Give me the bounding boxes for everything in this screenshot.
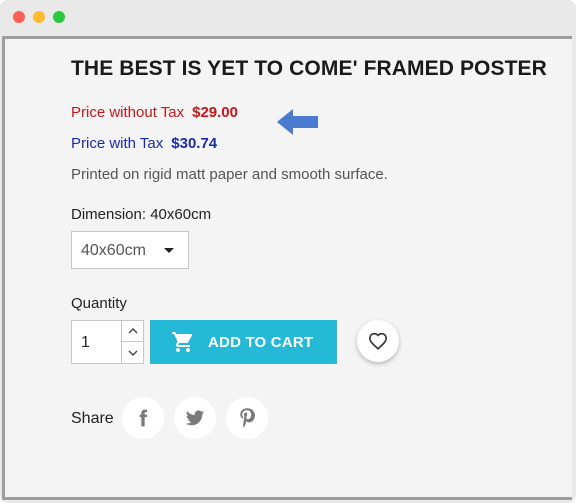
title-bar <box>0 0 576 34</box>
price-without-tax-value: $29.00 <box>192 104 238 121</box>
quantity-increase-button[interactable] <box>121 321 143 342</box>
price-with-tax-label: Price with Tax <box>71 135 164 152</box>
share-label: Share <box>71 410 114 427</box>
shopping-cart-icon <box>172 332 193 352</box>
quantity-input[interactable]: 1 <box>81 334 90 352</box>
dimension-label: Dimension: 40x60cm <box>71 206 212 223</box>
price-without-tax-label: Price without Tax <box>71 104 185 121</box>
pinterest-icon <box>240 408 255 428</box>
price-with-tax: Price with Tax $30.74 <box>71 135 217 152</box>
price-with-tax-value: $30.74 <box>171 135 218 152</box>
share-facebook-button[interactable] <box>122 397 164 439</box>
heart-icon <box>368 332 388 350</box>
dimension-select[interactable]: 40x60cm <box>71 231 189 269</box>
close-window-button[interactable] <box>13 11 25 23</box>
quantity-stepper[interactable]: 1 <box>71 320 144 364</box>
facebook-icon <box>139 409 148 427</box>
chevron-up-icon <box>128 328 137 334</box>
share-pinterest-button[interactable] <box>226 397 268 439</box>
caret-down-icon <box>164 248 174 253</box>
minimize-window-button[interactable] <box>33 11 45 23</box>
quantity-decrease-button[interactable] <box>121 342 143 363</box>
chevron-down-icon <box>128 350 137 356</box>
dimension-selected-value: 40x60cm <box>81 242 146 259</box>
twitter-icon <box>185 410 205 426</box>
wishlist-button[interactable] <box>357 320 399 362</box>
zoom-window-button[interactable] <box>53 11 65 23</box>
browser-window: THE BEST IS YET TO COME' FRAMED POSTER P… <box>0 0 576 503</box>
share-twitter-button[interactable] <box>174 397 216 439</box>
product-description: Printed on rigid matt paper and smooth s… <box>71 166 388 183</box>
add-to-cart-button[interactable]: ADD TO CART <box>150 320 337 364</box>
price-without-tax: Price without Tax $29.00 <box>71 104 238 121</box>
annotation-arrow-icon <box>277 109 318 135</box>
quantity-label: Quantity <box>71 295 127 312</box>
product-title: THE BEST IS YET TO COME' FRAMED POSTER <box>71 57 547 80</box>
add-to-cart-label: ADD TO CART <box>208 334 314 351</box>
